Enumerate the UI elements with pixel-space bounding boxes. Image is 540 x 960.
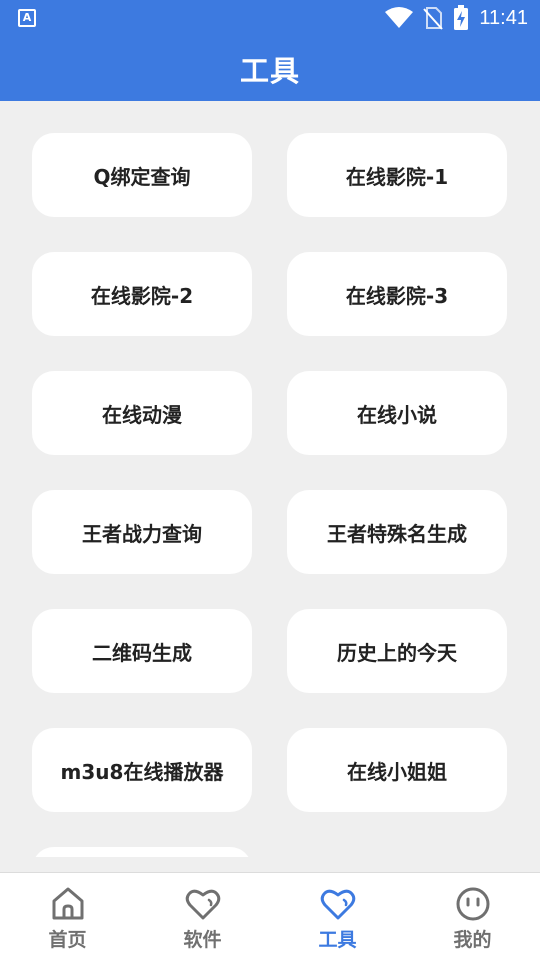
face-icon [456,887,489,921]
nav-label-tools: 工具 [318,929,357,951]
tool-card-label: 在线小说 [357,402,437,427]
nav-item-tools[interactable]: 工具 [270,873,405,960]
tool-card-label: 在线影院-1 [345,164,449,189]
nav-label-home: 首页 [48,929,87,951]
page-title: 工具 [239,53,300,88]
nav-item-home[interactable]: 首页 [0,873,135,960]
tool-card-label: Q绑定查询 [93,164,191,189]
tool-card[interactable]: 在线影院-3 [287,252,507,336]
tool-card[interactable]: 在线小说 [287,371,507,455]
tool-card-label: m3u8在线播放器 [60,759,224,784]
tool-card[interactable]: 在线影院-1 [287,133,507,217]
nav-label-software: 软件 [183,929,222,951]
tool-card-label: 王者特殊名生成 [327,521,467,546]
app-notification-icon: A [18,9,36,27]
tool-card[interactable]: 在线影院-2 [32,252,252,336]
tool-card-label: 在线小姐姐 [347,759,447,784]
tool-card[interactable] [32,847,252,857]
tool-card-label: 在线影院-2 [90,283,194,308]
nav-label-mine: 我的 [453,929,492,951]
nav-item-mine[interactable]: 我的 [405,873,540,960]
battery-charging-icon [454,5,469,30]
tool-card-label: 历史上的今天 [337,640,457,665]
no-sim-icon [423,7,444,30]
tool-list[interactable]: Q绑定查询 在线影院-1 在线影院-2 在线影院-3 在线动漫 在线小说王者战力查询 王者特… [0,101,540,857]
tool-card[interactable]: Q绑定查询 [32,133,252,217]
tool-grid: Q绑定查询 在线影院-1 在线影院-2 在线影院-3 在线动漫 在线小说王者战力查询 王者特… [0,101,540,857]
tool-card-label: 在线动漫 [102,402,182,427]
tool-card-label: 二维码生成 [92,640,192,665]
tool-card-label: 王者战力查询 [82,521,202,546]
status-time: 11:41 [479,6,528,29]
status-bar: A 11:41 [0,0,540,36]
tool-card-label: 在线影院-3 [345,283,449,308]
tool-card[interactable]: m3u8在线播放器 [32,728,252,812]
app-bar: 工具 [0,36,540,101]
home-icon [52,887,83,920]
tool-card[interactable]: 在线动漫 [32,371,252,455]
tool-card[interactable]: 王者战力查询 [32,490,252,574]
wifi-icon [385,7,414,28]
tool-card[interactable]: 在线小姐姐 [287,728,507,812]
bottom-nav: 首页 软件 工具 我的 [0,872,540,960]
status-icons: 11:41 [385,4,528,32]
heart-icon [320,889,355,920]
nav-item-software[interactable]: 软件 [135,873,270,960]
heart-icon [185,889,220,920]
tool-card[interactable]: 历史上的今天 [287,609,507,693]
tool-card[interactable]: 王者特殊名生成 [287,490,507,574]
tool-card[interactable]: 二维码生成 [32,609,252,693]
